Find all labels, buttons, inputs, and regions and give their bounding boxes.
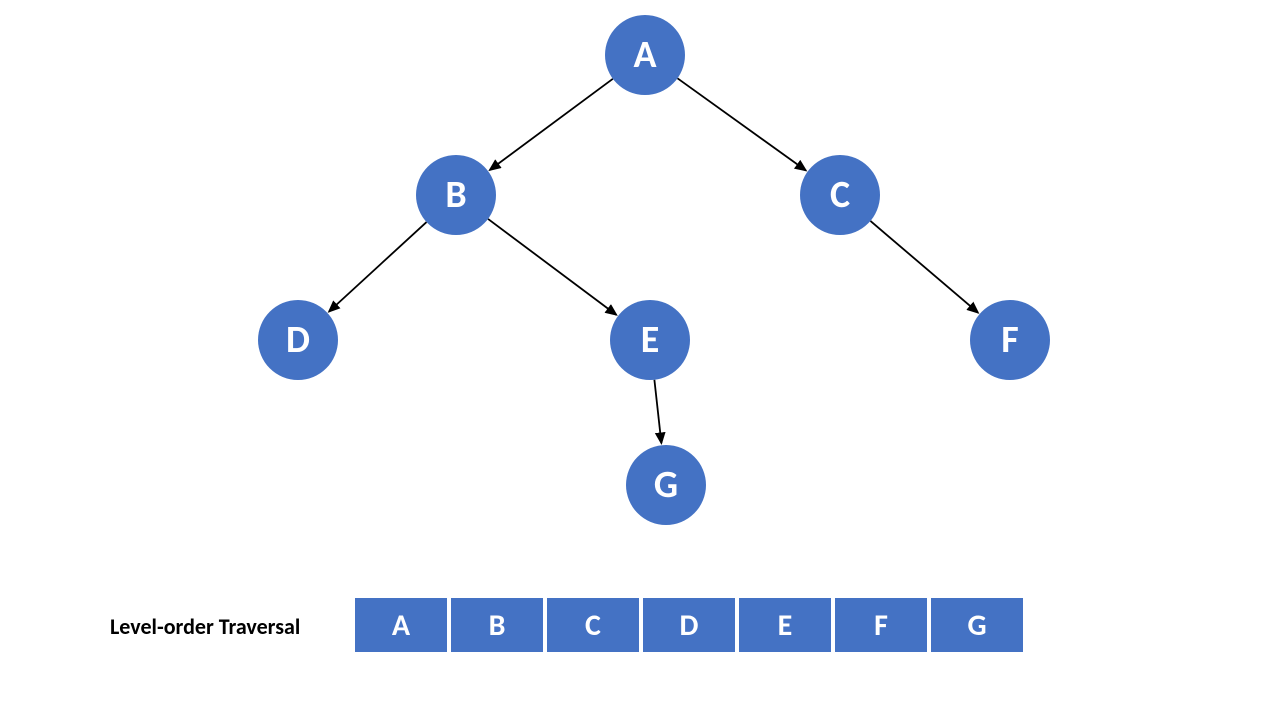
- tree-node-f: F: [970, 300, 1050, 380]
- traversal-cell: C: [547, 598, 639, 652]
- tree-edge: [677, 78, 805, 170]
- traversal-cell: G: [931, 598, 1023, 652]
- traversal-cell: F: [835, 598, 927, 652]
- tree-node-c: C: [800, 155, 880, 235]
- tree-node-b: B: [416, 155, 496, 235]
- diagram-stage: ABCDEFG Level-order Traversal ABCDEFG: [0, 0, 1280, 720]
- tree-node-e: E: [610, 300, 690, 380]
- tree-edge: [488, 219, 616, 315]
- tree-node-g: G: [626, 445, 706, 525]
- tree-edge: [490, 79, 613, 170]
- tree-node-d: D: [258, 300, 338, 380]
- tree-edge: [654, 380, 661, 443]
- traversal-label: Level-order Traversal: [110, 613, 300, 640]
- tree-edge: [329, 222, 427, 312]
- traversal-cell: A: [355, 598, 447, 652]
- traversal-cell: D: [643, 598, 735, 652]
- tree-node-a: A: [605, 15, 685, 95]
- tree-edge: [870, 221, 978, 313]
- traversal-cell: B: [451, 598, 543, 652]
- traversal-cell: E: [739, 598, 831, 652]
- traversal-row: ABCDEFG: [355, 598, 1023, 652]
